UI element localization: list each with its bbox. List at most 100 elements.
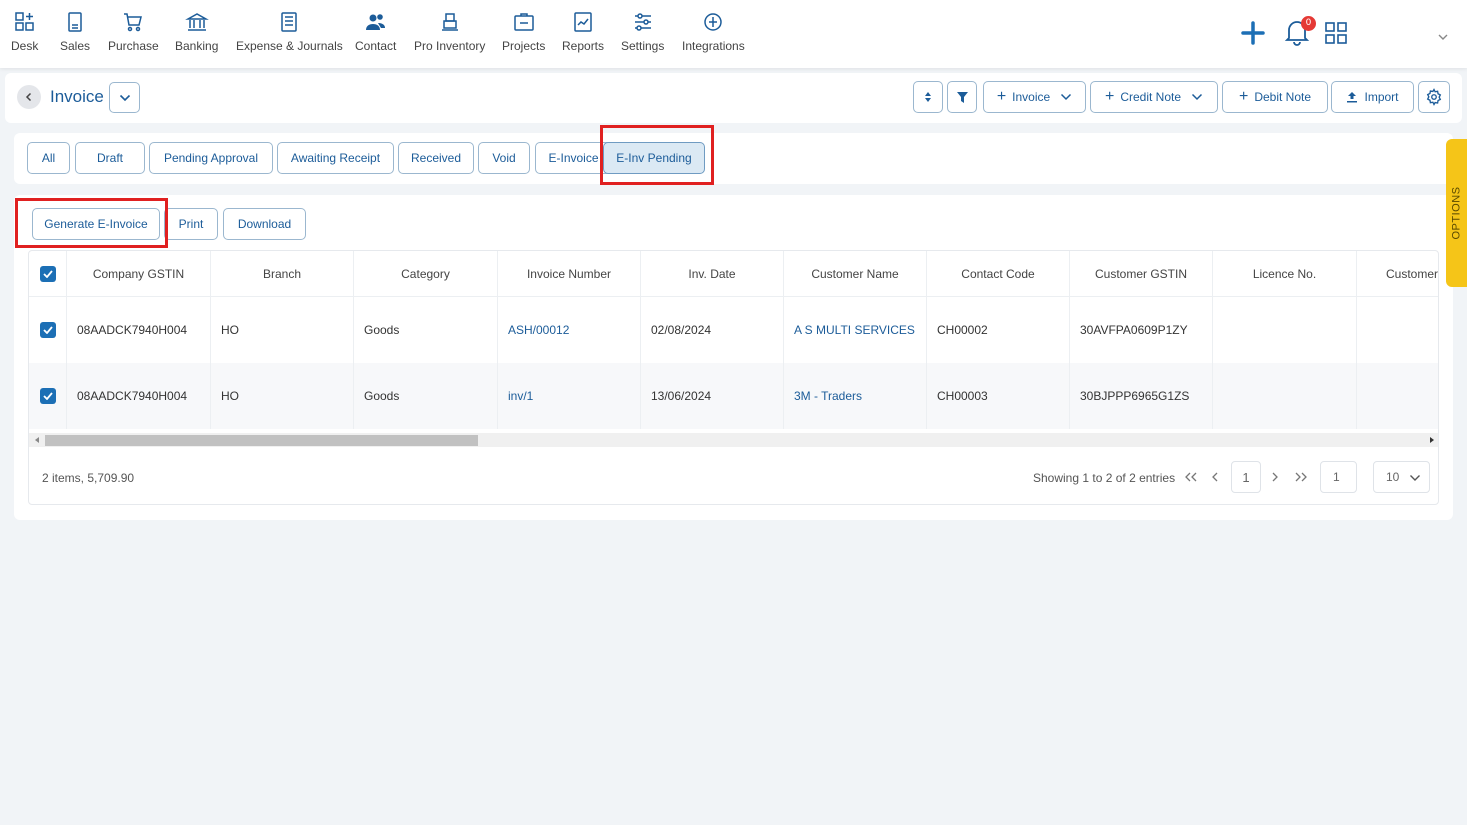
column-header[interactable]: Customer Name bbox=[784, 251, 927, 297]
column-header[interactable]: Contact Code bbox=[927, 251, 1070, 297]
page-title: Invoice bbox=[50, 87, 104, 106]
current-page[interactable]: 1 bbox=[1231, 461, 1261, 493]
nav-settings[interactable]: Settings bbox=[621, 10, 664, 53]
new-debit-note-button[interactable]: + Debit Note bbox=[1222, 81, 1328, 113]
cell-inv-date: 13/06/2024 bbox=[641, 363, 784, 429]
nav-label: Settings bbox=[621, 39, 665, 53]
tab-awaiting-receipt[interactable]: Awaiting Receipt bbox=[277, 142, 394, 174]
nav-pro-inventory[interactable]: Pro Inventory bbox=[414, 10, 485, 53]
apps-button[interactable] bbox=[1324, 21, 1348, 50]
table-row[interactable]: 08AADCK7940H004 HO Goods ASH/00012 02/08… bbox=[29, 297, 1438, 363]
row-checkbox[interactable] bbox=[40, 388, 56, 404]
user-menu-toggle[interactable] bbox=[1437, 28, 1449, 46]
page-size-select[interactable]: 10 bbox=[1373, 461, 1430, 493]
nav-label: Sales bbox=[60, 39, 91, 53]
table-header: Company GSTIN Branch Category Invoice Nu… bbox=[29, 251, 1438, 297]
row-select-cell[interactable] bbox=[29, 297, 67, 363]
nav-projects[interactable]: Projects bbox=[502, 10, 545, 53]
nav-contact[interactable]: Contact bbox=[355, 10, 396, 53]
desk-icon bbox=[14, 12, 34, 31]
select-all-checkbox[interactable] bbox=[39, 266, 56, 282]
column-header[interactable]: Customer bbox=[1357, 251, 1438, 297]
nav-reports[interactable]: Reports bbox=[562, 10, 604, 53]
nav-purchase[interactable]: Purchase bbox=[108, 10, 159, 53]
scrollbar-thumb[interactable] bbox=[45, 435, 478, 446]
goto-page-input[interactable]: 1 bbox=[1320, 461, 1357, 493]
tab-pending-approval[interactable]: Pending Approval bbox=[149, 142, 273, 174]
select-all-cell[interactable] bbox=[29, 251, 67, 297]
cell-contact-code: CH00002 bbox=[927, 297, 1070, 363]
tab-all[interactable]: All bbox=[27, 142, 70, 174]
apps-grid-icon bbox=[1325, 22, 1347, 44]
filter-button[interactable] bbox=[947, 81, 977, 113]
download-button[interactable]: Download bbox=[223, 208, 306, 240]
nav-integrations[interactable]: Integrations bbox=[682, 10, 745, 53]
check-icon bbox=[43, 326, 53, 334]
check-icon bbox=[42, 270, 53, 278]
journal-icon bbox=[281, 12, 298, 32]
horizontal-scrollbar[interactable] bbox=[29, 433, 1438, 447]
contact-icon bbox=[365, 14, 385, 30]
tab-draft[interactable]: Draft bbox=[75, 142, 145, 174]
column-header[interactable]: Licence No. bbox=[1213, 251, 1357, 297]
tab-received[interactable]: Received bbox=[398, 142, 474, 174]
new-invoice-label: Invoice bbox=[1012, 90, 1051, 104]
nav-banking[interactable]: Banking bbox=[175, 10, 218, 53]
print-button[interactable]: Print bbox=[164, 208, 218, 240]
plus-icon: + bbox=[996, 88, 1007, 105]
invoice-number-link[interactable]: ASH/00012 bbox=[498, 297, 641, 363]
customer-name-link[interactable]: A S MULTI SERVICES bbox=[784, 297, 927, 363]
import-button[interactable]: Import bbox=[1331, 81, 1414, 113]
tab-void[interactable]: Void bbox=[478, 142, 530, 174]
row-checkbox[interactable] bbox=[40, 322, 56, 338]
nav-label: Banking bbox=[175, 39, 219, 53]
import-label: Import bbox=[1364, 90, 1399, 104]
add-button[interactable] bbox=[1240, 20, 1266, 51]
cell-category: Goods bbox=[354, 297, 498, 363]
new-invoice-button[interactable]: + Invoice bbox=[983, 81, 1086, 113]
cell-branch: HO bbox=[211, 297, 354, 363]
sort-button[interactable] bbox=[913, 81, 943, 113]
integrations-icon bbox=[704, 13, 723, 31]
options-side-tab[interactable]: OPTIONS bbox=[1446, 139, 1467, 287]
nav-desk[interactable]: Desk bbox=[11, 10, 38, 53]
next-page-button[interactable] bbox=[1267, 461, 1283, 493]
invoice-number-link[interactable]: inv/1 bbox=[498, 363, 641, 429]
nav-label: Projects bbox=[502, 39, 546, 53]
cell-company-gstin: 08AADCK7940H004 bbox=[67, 297, 211, 363]
column-header[interactable]: Category bbox=[354, 251, 498, 297]
chevron-down-icon bbox=[119, 94, 130, 101]
prev-page-button[interactable] bbox=[1207, 461, 1223, 493]
cell-licence-no bbox=[1213, 297, 1357, 363]
first-page-button[interactable] bbox=[1181, 461, 1201, 493]
cell-customer bbox=[1357, 363, 1438, 429]
scroll-right-icon[interactable] bbox=[1428, 436, 1436, 444]
column-header[interactable]: Inv. Date bbox=[641, 251, 784, 297]
invoice-list-panel: Generate E-Invoice Print Download Compan… bbox=[14, 195, 1453, 520]
nav-label: Reports bbox=[562, 39, 605, 53]
double-chevron-left-icon bbox=[1185, 472, 1197, 482]
customer-name-link[interactable]: 3M - Traders bbox=[784, 363, 927, 429]
top-navigation: Desk Sales Purchase Banking Expense & Jo… bbox=[0, 0, 1467, 68]
notifications-button[interactable]: 0 bbox=[1284, 16, 1316, 51]
bank-icon bbox=[184, 13, 209, 31]
column-header[interactable]: Company GSTIN bbox=[67, 251, 211, 297]
column-header[interactable]: Invoice Number bbox=[498, 251, 641, 297]
column-header[interactable]: Branch bbox=[211, 251, 354, 297]
table-row[interactable]: 08AADCK7940H004 HO Goods inv/1 13/06/202… bbox=[29, 363, 1438, 429]
nav-sales[interactable]: Sales bbox=[60, 10, 90, 53]
settings-sliders-icon bbox=[634, 13, 651, 31]
scroll-left-icon[interactable] bbox=[33, 436, 41, 444]
nav-expense[interactable]: Expense & Journals bbox=[236, 10, 343, 53]
check-icon bbox=[43, 392, 53, 400]
new-credit-note-button[interactable]: + Credit Note bbox=[1090, 81, 1218, 113]
cell-company-gstin: 08AADCK7940H004 bbox=[67, 363, 211, 429]
column-header[interactable]: Customer GSTIN bbox=[1070, 251, 1213, 297]
back-button[interactable] bbox=[17, 85, 41, 109]
title-dropdown[interactable] bbox=[109, 82, 140, 113]
row-select-cell[interactable] bbox=[29, 363, 67, 429]
last-page-button[interactable] bbox=[1291, 461, 1311, 493]
settings-button[interactable] bbox=[1418, 81, 1450, 113]
options-label: OPTIONS bbox=[1450, 186, 1463, 240]
cell-inv-date: 02/08/2024 bbox=[641, 297, 784, 363]
